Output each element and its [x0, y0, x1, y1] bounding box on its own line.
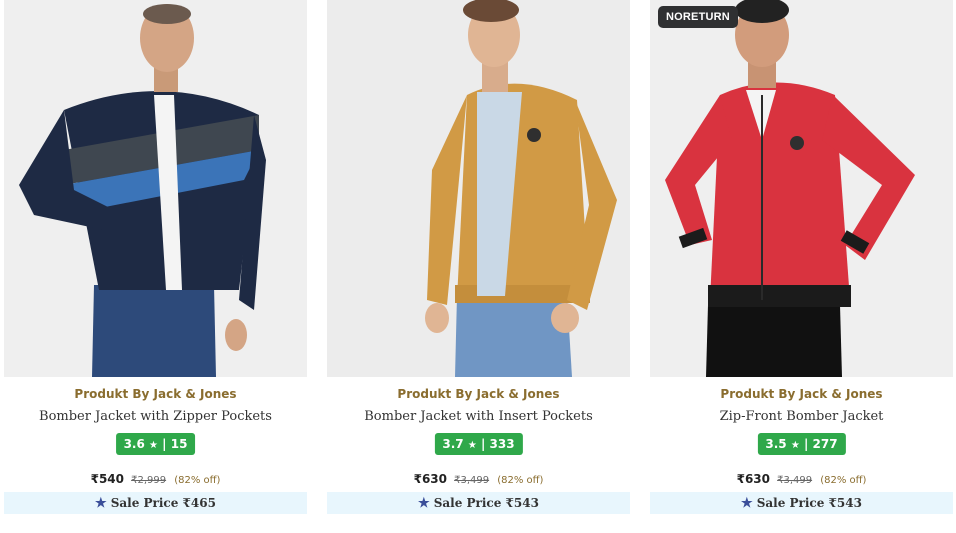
star-icon: ★	[95, 496, 107, 511]
rating-value: 3.7	[442, 437, 464, 451]
review-count: | 15	[162, 437, 188, 451]
product-card[interactable]: Produkt By Jack & Jones Bomber Jacket wi…	[4, 0, 307, 520]
star-icon: ★	[418, 496, 430, 511]
noreturn-badge: NORETURN	[658, 6, 738, 28]
star-icon: ★	[467, 440, 477, 451]
rating-badge: 3.5 ★ | 277	[757, 433, 846, 455]
current-price: ₹630	[413, 472, 447, 486]
star-icon: ★	[741, 496, 753, 511]
rating-badge: 3.6 ★ | 15	[115, 433, 196, 455]
star-icon: ★	[149, 440, 158, 451]
product-name[interactable]: Bomber Jacket with Zipper Pockets	[4, 409, 307, 424]
rating-badge: 3.7 ★ | 333	[434, 433, 523, 455]
discount-label: (82% off)	[174, 475, 221, 486]
rating-value: 3.6	[123, 437, 145, 451]
product-image[interactable]: NORETURN	[650, 0, 953, 377]
review-count: | 333	[481, 437, 515, 451]
product-brand: Produkt By Jack & Jones	[720, 387, 883, 401]
product-grid: Produkt By Jack & Jones Bomber Jacket wi…	[0, 0, 956, 533]
product-brand: Produkt By Jack & Jones	[397, 387, 560, 401]
discount-label: (82% off)	[820, 475, 867, 486]
discount-label: (82% off)	[497, 475, 544, 486]
original-price: ₹2,999	[131, 475, 167, 486]
original-price: ₹3,499	[777, 475, 813, 486]
product-card[interactable]: Produkt By Jack & Jones Bomber Jacket wi…	[327, 0, 630, 520]
product-card[interactable]: NORETURN Produkt By Jack & Jones Zip-Fro…	[650, 0, 953, 520]
product-name[interactable]: Bomber Jacket with Insert Pockets	[327, 409, 630, 424]
original-price: ₹3,499	[454, 475, 490, 486]
price-row: ₹540 ₹2,999 (82% off)	[4, 468, 307, 487]
sale-price-text: Sale Price ₹543	[756, 496, 862, 510]
sale-price-banner: ★ Sale Price ₹543	[327, 492, 630, 514]
sale-price-text: Sale Price ₹465	[110, 496, 216, 510]
sale-price-banner: ★ Sale Price ₹465	[4, 492, 307, 514]
review-count: | 277	[804, 437, 838, 451]
star-icon: ★	[790, 440, 800, 451]
price-row: ₹630 ₹3,499 (82% off)	[327, 468, 630, 487]
sale-price-text: Sale Price ₹543	[433, 496, 539, 510]
product-brand: Produkt By Jack & Jones	[74, 387, 237, 401]
product-image[interactable]	[4, 0, 307, 377]
current-price: ₹630	[736, 472, 770, 486]
price-row: ₹630 ₹3,499 (82% off)	[650, 468, 953, 487]
product-image[interactable]	[327, 0, 630, 377]
sale-price-banner: ★ Sale Price ₹543	[650, 492, 953, 514]
current-price: ₹540	[90, 472, 124, 486]
product-name[interactable]: Zip-Front Bomber Jacket	[650, 409, 953, 424]
rating-value: 3.5	[765, 437, 787, 451]
